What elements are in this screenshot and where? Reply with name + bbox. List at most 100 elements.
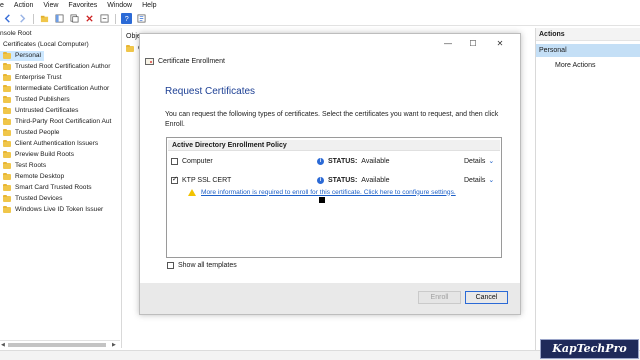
show-all-templates[interactable]: Show all templates bbox=[167, 262, 237, 269]
more-actions-link[interactable]: More Actions bbox=[536, 60, 640, 72]
actions-section-personal[interactable]: Personal bbox=[536, 44, 640, 57]
configure-settings-link[interactable]: More information is required to enroll f… bbox=[201, 189, 456, 196]
menu-bar: e Action View Favorites Window Help bbox=[0, 0, 640, 11]
toolbar: ? bbox=[0, 12, 640, 26]
folder-icon bbox=[3, 151, 11, 158]
tree-item-client-auth[interactable]: Client Authentication Issuers bbox=[3, 139, 98, 149]
tree-item-remote-desktop[interactable]: Remote Desktop bbox=[3, 172, 64, 182]
tree-item-trusted-people[interactable]: Trusted People bbox=[3, 128, 59, 138]
menu-action[interactable]: Action bbox=[9, 0, 38, 11]
details-toggle[interactable]: Details ⌄ bbox=[464, 175, 494, 185]
scroll-right-icon[interactable]: ▶ bbox=[112, 342, 116, 348]
show-all-checkbox[interactable] bbox=[167, 262, 174, 269]
tree-item-trusted-publishers[interactable]: Trusted Publishers bbox=[3, 95, 70, 105]
tree-item-label: Trusted Devices bbox=[15, 195, 63, 202]
tree-item-third-party-root[interactable]: Third-Party Root Certification Aut bbox=[3, 117, 111, 127]
template-checkbox[interactable] bbox=[171, 175, 178, 184]
status-value: Available bbox=[361, 176, 390, 184]
policy-header: Active Directory Enrollment Policy bbox=[168, 140, 500, 151]
delete-icon[interactable] bbox=[84, 13, 95, 24]
up-folder-icon[interactable] bbox=[39, 13, 50, 24]
enrollment-policy-list: Active Directory Enrollment Policy Compu… bbox=[166, 137, 502, 258]
tree-item-label: Test Roots bbox=[15, 162, 47, 169]
actions-header: Actions bbox=[536, 28, 640, 41]
folder-icon bbox=[3, 184, 11, 191]
enroll-button[interactable]: Enroll bbox=[418, 291, 461, 304]
tree-item-smart-card[interactable]: Smart Card Trusted Roots bbox=[3, 183, 92, 193]
details-label: Details bbox=[464, 157, 486, 165]
menu-favorites[interactable]: Favorites bbox=[63, 0, 102, 11]
tree-item-console-root[interactable]: nsole Root bbox=[0, 29, 32, 39]
tree-item-intermediate[interactable]: Intermediate Certification Author bbox=[3, 84, 109, 94]
status-value: Available bbox=[361, 157, 390, 165]
tree-item-label: Preview Build Roots bbox=[15, 151, 75, 158]
tree-item-label: Personal bbox=[15, 52, 42, 59]
tree-item-label: Windows Live ID Token Issuer bbox=[15, 206, 104, 213]
tree-item-windows-live[interactable]: Windows Live ID Token Issuer bbox=[3, 205, 103, 215]
certificate-icon bbox=[145, 58, 154, 65]
copy-icon[interactable] bbox=[69, 13, 80, 24]
back-icon[interactable] bbox=[2, 13, 13, 24]
toolbar-separator bbox=[115, 13, 116, 24]
template-name: Computer bbox=[182, 157, 213, 165]
tree-item-label: Trusted Publishers bbox=[15, 96, 70, 103]
dialog-titlebar[interactable]: — ☐ ✕ bbox=[140, 34, 520, 56]
menu-help[interactable]: Help bbox=[137, 0, 161, 11]
minimize-icon[interactable]: — bbox=[443, 39, 453, 49]
tree-item-trusted-devices[interactable]: Trusted Devices bbox=[3, 194, 62, 204]
folder-icon bbox=[3, 74, 11, 81]
folder-icon bbox=[3, 96, 11, 103]
scrollbar-thumb[interactable] bbox=[8, 343, 106, 347]
forward-icon[interactable] bbox=[17, 13, 28, 24]
toolbar-separator bbox=[33, 13, 34, 24]
folder-icon bbox=[3, 85, 11, 92]
tree-item-label: Remote Desktop bbox=[15, 173, 65, 180]
folder-icon bbox=[3, 140, 11, 147]
cancel-button[interactable]: Cancel bbox=[465, 291, 508, 304]
tree-horizontal-scrollbar[interactable]: ◀ ▶ bbox=[0, 340, 120, 348]
tree-item-label: Client Authentication Issuers bbox=[15, 140, 99, 147]
folder-icon bbox=[3, 129, 11, 136]
tree-item-certificates-local[interactable]: Certificates (Local Computer) bbox=[3, 40, 89, 50]
tree-item-preview-build[interactable]: Preview Build Roots bbox=[3, 150, 74, 160]
folder-icon bbox=[3, 63, 11, 70]
menu-file[interactable]: e bbox=[0, 0, 9, 11]
export-list-icon[interactable] bbox=[99, 13, 110, 24]
tree-item-trusted-root[interactable]: Trusted Root Certification Author bbox=[3, 62, 110, 72]
menu-view[interactable]: View bbox=[38, 0, 63, 11]
tree-item-label: nsole Root bbox=[0, 30, 32, 37]
tree-item-label: Intermediate Certification Author bbox=[15, 85, 110, 92]
info-icon: i bbox=[317, 176, 324, 184]
tree-item-untrusted[interactable]: Untrusted Certificates bbox=[3, 106, 78, 116]
folder-icon bbox=[3, 195, 11, 202]
tree-item-enterprise-trust[interactable]: Enterprise Trust bbox=[3, 73, 62, 83]
template-row-computer: Computer bbox=[171, 156, 213, 166]
dialog-window-title: Certificate Enrollment bbox=[158, 58, 225, 65]
dialog-description: You can request the following types of c… bbox=[165, 111, 499, 128]
details-toggle[interactable]: Details ⌄ bbox=[464, 156, 494, 166]
status-label: STATUS: bbox=[328, 176, 358, 184]
show-hide-tree-icon[interactable] bbox=[54, 13, 65, 24]
help-icon[interactable]: ? bbox=[121, 13, 132, 24]
tree-item-label: Third-Party Root Certification Aut bbox=[15, 118, 112, 125]
template-checkbox[interactable] bbox=[171, 157, 178, 165]
menu-window[interactable]: Window bbox=[102, 0, 137, 11]
warning-icon bbox=[188, 188, 196, 196]
console-tree: nsole Root Certificates (Local Computer)… bbox=[0, 28, 120, 338]
actions-pane: Actions Personal More Actions bbox=[535, 28, 640, 350]
details-label: Details bbox=[464, 176, 486, 184]
folder-icon bbox=[3, 206, 11, 213]
pane-divider[interactable] bbox=[121, 28, 122, 348]
dialog-title: Request Certificates bbox=[165, 86, 256, 97]
close-icon[interactable]: ✕ bbox=[495, 39, 505, 49]
properties-icon[interactable] bbox=[136, 13, 147, 24]
certificate-enrollment-dialog: — ☐ ✕ Certificate Enrollment Request Cer… bbox=[139, 33, 521, 315]
chevron-down-icon: ⌄ bbox=[488, 177, 495, 184]
maximize-icon[interactable]: ☐ bbox=[468, 39, 478, 49]
tree-item-personal[interactable]: Personal bbox=[0, 51, 44, 61]
status-label: STATUS: bbox=[328, 157, 358, 165]
show-all-label: Show all templates bbox=[178, 262, 237, 269]
scroll-left-icon[interactable]: ◀ bbox=[1, 342, 5, 348]
template-status: i STATUS: Available bbox=[317, 175, 390, 185]
tree-item-test-roots[interactable]: Test Roots bbox=[3, 161, 46, 171]
